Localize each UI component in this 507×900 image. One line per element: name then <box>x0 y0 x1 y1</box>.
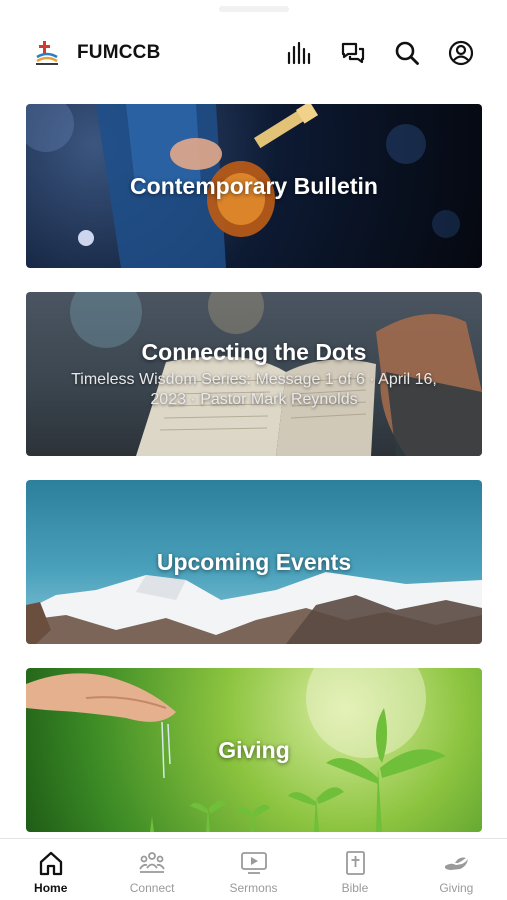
card-title: Giving <box>218 736 290 763</box>
audio-bars-icon[interactable] <box>284 38 314 68</box>
app-title: FUMCCB <box>77 42 161 63</box>
card-title: Connecting the Dots <box>141 338 367 365</box>
giving-hand-icon <box>445 857 469 870</box>
tab-label-giving: Giving <box>439 881 474 895</box>
card-title: Contemporary Bulletin <box>130 172 378 199</box>
card-title: Upcoming Events <box>156 548 352 575</box>
home-icon <box>39 851 62 876</box>
chat-bubbles-icon[interactable] <box>338 38 368 68</box>
status-indicator <box>218 6 289 12</box>
video-play-icon <box>240 852 267 874</box>
card-upcoming-events[interactable]: Upcoming Events <box>26 480 482 644</box>
people-group-icon <box>139 852 165 873</box>
search-icon[interactable] <box>392 38 422 68</box>
tab-label-sermons: Sermons <box>229 881 278 895</box>
app-header: FUMCCB <box>0 30 507 76</box>
tab-bible[interactable]: Bible <box>304 839 405 900</box>
tab-label-bible: Bible <box>341 881 369 895</box>
account-icon[interactable] <box>446 38 476 68</box>
tab-sermons[interactable]: Sermons <box>203 839 304 900</box>
tab-connect[interactable]: Connect <box>101 839 202 900</box>
tab-giving[interactable]: Giving <box>406 839 507 900</box>
tab-home[interactable]: Home <box>0 839 101 900</box>
card-sermon-connecting-the-dots[interactable]: Connecting the Dots Timeless Wisdom Seri… <box>26 292 482 456</box>
card-subtitle: Timeless Wisdom Series: Message 1 of 6 ·… <box>71 370 437 408</box>
bible-cross-icon <box>346 851 365 875</box>
tab-label-home: Home <box>34 881 68 895</box>
card-giving[interactable]: Giving <box>26 668 482 832</box>
church-logo-icon[interactable] <box>33 39 61 67</box>
card-contemporary-bulletin[interactable]: Contemporary Bulletin <box>26 104 482 268</box>
bottom-tab-bar: Home Connect Sermons Bible Giving <box>0 838 507 900</box>
tab-label-connect: Connect <box>129 881 175 895</box>
